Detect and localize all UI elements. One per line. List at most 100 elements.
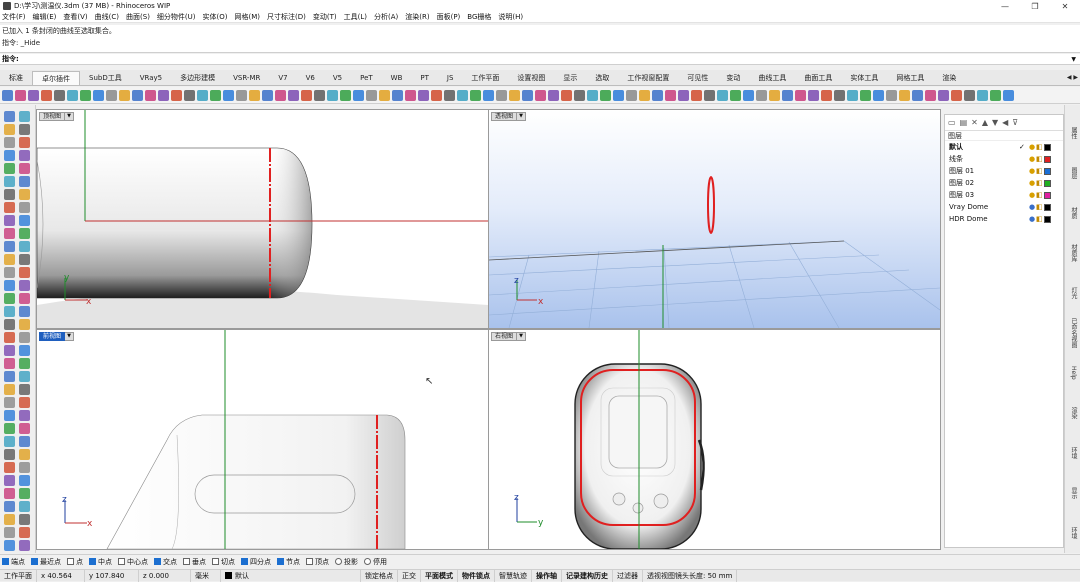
tool-icon[interactable] [4,423,15,434]
viewport-front[interactable]: 前视图 ▼ ↖ z x [37,330,488,549]
tool-icon[interactable] [19,475,30,486]
visibility-bulb-icon[interactable]: ● [1029,143,1036,151]
current-layer[interactable]: 默认 [221,569,361,582]
layer-color-swatch[interactable] [1044,191,1051,199]
tool-icon[interactable] [19,176,30,187]
checkbox-icon[interactable] [183,558,190,565]
toolbar-tab[interactable]: VSR-MR [224,71,269,85]
tool-icon[interactable] [19,202,30,213]
right-panel-tab[interactable]: 材质库 [1066,235,1080,271]
right-panel-tab[interactable]: 图层 [1066,155,1080,191]
toolbar-icon[interactable] [392,89,403,101]
toolbar-tab[interactable]: 多边形建模 [171,71,224,85]
menu-item[interactable]: 实体(O) [203,12,228,22]
toolbar-icon[interactable] [288,89,299,101]
toolbar-icon[interactable] [366,89,377,101]
new-sublayer-icon[interactable]: ▤ [960,118,968,127]
toolbar-tab[interactable]: 选取 [586,71,618,85]
toolbar-icon[interactable] [496,89,507,101]
toolbar-icon[interactable] [171,89,182,101]
toolbar-icon[interactable] [67,89,78,101]
tool-icon[interactable] [19,215,30,226]
toolbar-icon[interactable] [639,89,650,101]
visibility-bulb-icon[interactable]: ● [1029,215,1036,223]
toolbar-tab[interactable]: PeT [351,71,382,85]
tool-icon[interactable] [19,124,30,135]
status-toggle[interactable]: 记录建构历史 [562,569,613,582]
tool-icon[interactable] [4,449,15,460]
filter-icon[interactable]: ⊽ [1012,118,1018,127]
toolbar-tab[interactable]: 实体工具 [841,71,887,85]
status-toggle[interactable]: 操作轴 [532,569,562,582]
delete-icon[interactable]: ✕ [971,118,978,127]
osnap-option[interactable]: 中点 [89,557,112,567]
tool-icon[interactable] [4,293,15,304]
toolbar-icon[interactable] [106,89,117,101]
checkbox-icon[interactable] [277,558,284,565]
toolbar-icon[interactable] [353,89,364,101]
toolbar-tab[interactable]: 网格工具 [887,71,933,85]
toolbar-icon[interactable] [548,89,559,101]
toolbar-icon[interactable] [626,89,637,101]
lock-icon[interactable]: ◧ [1036,191,1044,199]
menu-item[interactable]: 分析(A) [374,12,398,22]
toolbar-icon[interactable] [535,89,546,101]
toolbar-icon[interactable] [184,89,195,101]
layer-row[interactable]: 图层 01 ● ◧ [945,165,1063,177]
toolbar-icon[interactable] [795,89,806,101]
toolbar-icon[interactable] [249,89,260,101]
tool-icon[interactable] [19,280,30,291]
tool-icon[interactable] [19,150,30,161]
toolbar-tab[interactable]: PT [411,71,438,85]
status-toggle[interactable]: 物件锁点 [458,569,495,582]
viewport-top[interactable]: 顶视图 ▼ y x [37,110,488,328]
toolbar-tab[interactable]: 显示 [554,71,586,85]
tool-icon[interactable] [4,371,15,382]
layer-color-swatch[interactable] [1044,215,1051,223]
viewport-perspective[interactable]: 透视图 ▼ z x [489,110,940,328]
tool-icon[interactable] [4,462,15,473]
toolbar-icon[interactable] [730,89,741,101]
toolbar-icon[interactable] [483,89,494,101]
tool-icon[interactable] [19,332,30,343]
toolbar-icon[interactable] [769,89,780,101]
chevron-down-icon[interactable]: ▼ [65,112,75,121]
tool-icon[interactable] [4,124,15,135]
toolbar-tab[interactable]: 可见性 [678,71,717,85]
tool-icon[interactable] [19,410,30,421]
status-toggle[interactable]: 正交 [398,569,421,582]
osnap-option[interactable]: 垂点 [183,557,206,567]
toolbar-icon[interactable] [327,89,338,101]
command-prompt[interactable]: 指令: ▼ [0,54,1080,65]
toolbar-icon[interactable] [522,89,533,101]
tool-icon[interactable] [4,436,15,447]
menu-item[interactable]: 文件(F) [2,12,26,22]
chevron-down-icon[interactable]: ▼ [1071,56,1076,63]
tool-icon[interactable] [4,319,15,330]
maximize-button[interactable]: ❐ [1020,2,1050,11]
toolbar-icon[interactable] [431,89,442,101]
toolbar-icon[interactable] [899,89,910,101]
tool-icon[interactable] [4,488,15,499]
layer-row[interactable]: 默认 ✓ ● ◧ [945,141,1063,153]
toolbar-tab[interactable]: V7 [269,71,296,85]
status-toggle[interactable]: 智慧轨迹 [495,569,532,582]
radio-icon[interactable] [335,558,342,565]
lock-icon[interactable]: ◧ [1036,167,1044,175]
osnap-option[interactable]: 端点 [2,557,25,567]
menu-item[interactable]: 变动(T) [313,12,337,22]
toolbar-icon[interactable] [600,89,611,101]
tool-icon[interactable] [19,111,30,122]
layer-color-swatch[interactable] [1044,143,1051,151]
toolbar-icon[interactable] [990,89,1001,101]
tool-icon[interactable] [4,150,15,161]
tool-icon[interactable] [19,319,30,330]
down-icon[interactable]: ▼ [992,118,998,127]
right-panel-tab[interactable]: 渲染 [1066,395,1080,431]
menu-item[interactable]: 说明(H) [498,12,523,22]
tool-icon[interactable] [4,228,15,239]
up-icon[interactable]: ▲ [982,118,988,127]
checkbox-icon[interactable] [2,558,9,565]
layer-row[interactable]: 图层 03 ● ◧ [945,189,1063,201]
tool-icon[interactable] [19,137,30,148]
